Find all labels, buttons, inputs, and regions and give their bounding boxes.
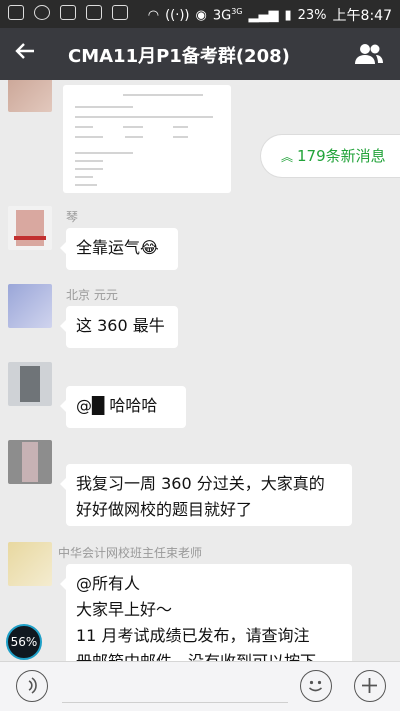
chat-title: CMA11月P1备考群(208)	[68, 46, 290, 67]
double-chevron-up-icon: ︽	[281, 150, 294, 164]
more-button[interactable]	[354, 670, 386, 702]
plus-icon	[362, 678, 377, 693]
image-message[interactable]	[63, 85, 231, 193]
emoji-button[interactable]	[300, 670, 332, 702]
voice-button[interactable]	[16, 670, 48, 702]
battery-icon: ▮	[284, 7, 292, 23]
battery-percent: 23%	[297, 7, 327, 23]
wechat-icon	[34, 5, 50, 20]
avatar[interactable]	[8, 362, 52, 406]
hotspot-icon: ◉	[195, 7, 207, 23]
cell-signal-icon: ▂▄▆	[248, 7, 279, 23]
clock: 上午8:47	[332, 8, 392, 24]
avatar[interactable]	[8, 284, 52, 328]
message-text: 全靠运气😂	[76, 238, 159, 257]
message-text-line: 大家早上好～	[76, 600, 173, 619]
network-type: 3G3G	[212, 6, 243, 24]
group-members-button[interactable]	[354, 42, 384, 70]
avatar[interactable]	[8, 542, 52, 586]
message-bubble[interactable]: @█ 哈哈哈	[60, 386, 186, 428]
message-text-line: 册邮箱中邮件，没有收到可以按下	[76, 649, 342, 661]
chat-area[interactable]: ︽ 179条新消息 琴 全靠运气😂 北京 元元 这 360 最牛 @█ 哈哈哈 我…	[0, 80, 400, 661]
emoji-icon	[308, 680, 323, 692]
message-text-line: @所有人	[76, 574, 141, 593]
new-messages-label: 179条新消息	[297, 147, 386, 165]
gauge-value: 56%	[10, 635, 38, 649]
message-input[interactable]	[62, 702, 288, 703]
message-text: @█ 哈哈哈	[76, 396, 158, 415]
message-bubble[interactable]: 我复习一周 360 分过关，大家真的 好好做网校的题目就好了	[60, 464, 352, 526]
avatar[interactable]	[8, 80, 52, 112]
notification-icon	[8, 5, 24, 20]
wifi-icon: ◠	[147, 7, 160, 23]
message-text-line: 好好做网校的题目就好了	[76, 500, 253, 519]
message-text-line: 我复习一周 360 分过关，大家真的	[76, 474, 325, 493]
input-bar	[0, 661, 400, 711]
message-text-line: 11 月考试成绩已发布，请查询注	[76, 626, 310, 645]
notification-icon	[112, 5, 128, 20]
avatar[interactable]	[8, 206, 52, 250]
status-notification-icons	[8, 5, 128, 20]
message-text: 这 360 最牛	[76, 316, 165, 335]
voice-icon	[28, 677, 37, 694]
new-messages-button[interactable]: ︽ 179条新消息	[260, 134, 400, 178]
sender-name: 北京 元元	[66, 288, 118, 302]
document-thumbnail	[75, 94, 213, 186]
status-bar: ◠ ((·)) ◉ 3G3G ▂▄▆ ▮ 23% 上午8:47	[0, 0, 400, 28]
message-bubble[interactable]: 这 360 最牛	[60, 306, 178, 348]
chat-header: CMA11月P1备考群(208)	[0, 28, 400, 80]
sender-name: 中华会计网校班主任束老师	[58, 546, 203, 560]
status-system-icons: ◠ ((·)) ◉ 3G3G ▂▄▆ ▮ 23% 上午8:47	[148, 5, 392, 25]
baidu-paw-icon	[86, 5, 102, 20]
avatar[interactable]	[8, 440, 52, 484]
message-bubble[interactable]: @所有人 大家早上好～ 11 月考试成绩已发布，请查询注 册邮箱中邮件，没有收到…	[60, 564, 352, 661]
arrow-left-icon	[15, 43, 34, 59]
group-members-icon	[355, 44, 383, 64]
notification-icon	[60, 5, 76, 20]
floating-gauge-widget[interactable]: 56%	[6, 624, 42, 660]
signal-broadcast-icon: ((·))	[165, 7, 190, 23]
back-button[interactable]	[14, 40, 36, 67]
message-bubble[interactable]: 全靠运气😂	[60, 228, 178, 270]
sender-name: 琴	[66, 210, 79, 224]
